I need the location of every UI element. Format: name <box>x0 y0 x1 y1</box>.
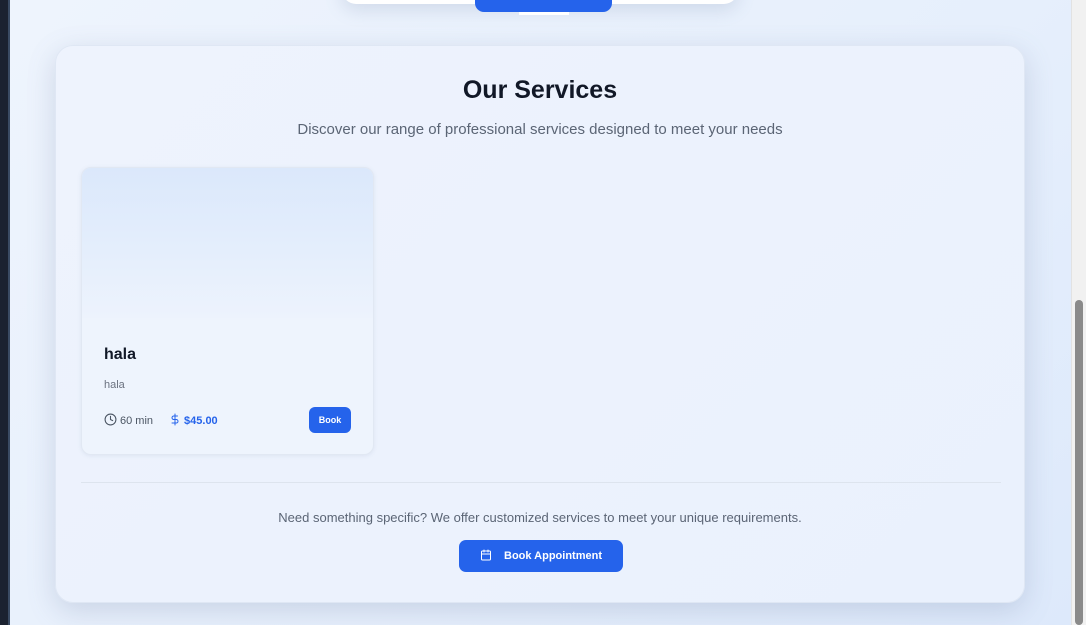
book-button[interactable]: Book <box>309 407 351 433</box>
vertical-scrollbar[interactable] <box>1071 0 1086 625</box>
service-meta: 60 min $45.00 <box>104 413 218 429</box>
service-description: hala <box>104 379 125 391</box>
custom-services-note: Need something specific? We offer custom… <box>278 510 802 525</box>
service-price: $45.00 <box>169 413 218 429</box>
book-appointment-label: Book Appointment <box>504 550 602 562</box>
scrollbar-thumb[interactable] <box>1075 300 1083 625</box>
top-nav-active-tab[interactable] <box>475 0 612 12</box>
calendar-icon <box>480 549 504 564</box>
divider <box>81 482 1001 483</box>
section-subtitle: Discover our range of professional servi… <box>297 121 783 138</box>
window-left-edge <box>0 0 10 625</box>
service-card[interactable]: hala hala 60 min $45.00 Book <box>81 167 374 455</box>
service-name: hala <box>104 346 137 363</box>
service-price-text: $45.00 <box>184 415 218 427</box>
book-appointment-button[interactable]: Book Appointment <box>459 540 623 572</box>
service-image <box>82 168 373 318</box>
dollar-icon <box>169 413 184 429</box>
clock-icon <box>104 413 120 429</box>
section-title: Our Services <box>462 76 618 104</box>
service-duration-text: 60 min <box>120 415 154 427</box>
service-duration: 60 min <box>104 413 153 429</box>
services-section: Our Services Discover our range of profe… <box>55 45 1025 603</box>
page: Our Services Discover our range of profe… <box>10 0 1071 625</box>
top-nav-active-underline <box>519 12 569 15</box>
